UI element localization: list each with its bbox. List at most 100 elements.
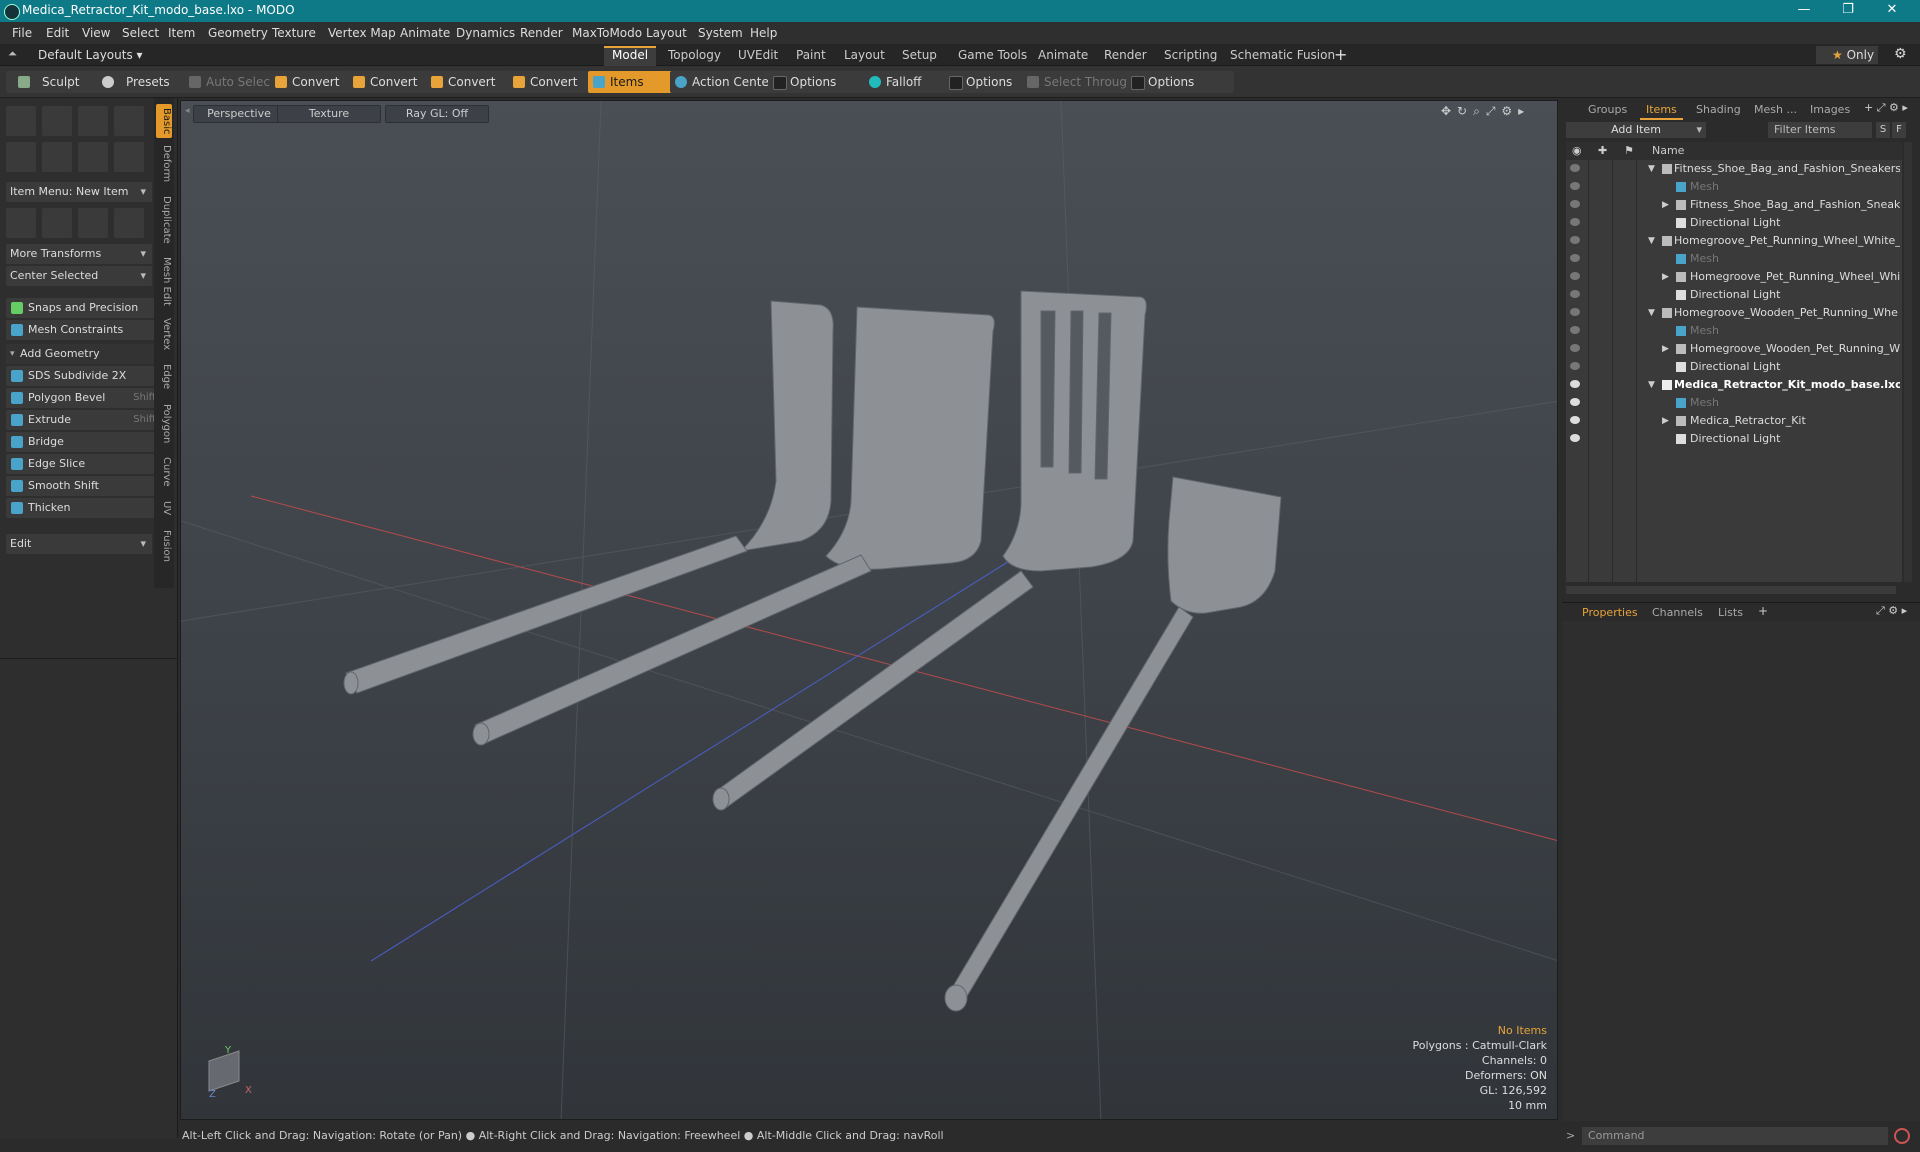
3d-viewport[interactable]: ◂ Perspective Texture Ray GL: Off ✥↻⌕⤢⚙▸ <box>180 100 1558 1120</box>
tab-animate[interactable]: Animate <box>1030 46 1096 64</box>
eye-icon[interactable] <box>1570 416 1580 424</box>
list-item[interactable]: Mesh <box>1566 322 1902 340</box>
eye-icon[interactable] <box>1570 218 1580 226</box>
tab-layout[interactable]: Layout <box>836 46 893 64</box>
tab-scripting[interactable]: Scripting <box>1156 46 1225 64</box>
eye-icon[interactable] <box>1570 182 1580 190</box>
eye-icon[interactable] <box>1570 344 1580 352</box>
expand-arrow-icon[interactable]: ▼ <box>1648 232 1655 250</box>
expand-arrow-icon[interactable]: ▼ <box>1648 160 1655 178</box>
more-transforms-dropdown[interactable]: More Transforms <box>6 244 152 264</box>
eye-icon[interactable] <box>1570 434 1580 442</box>
center-selected-dropdown[interactable]: Center Selected <box>6 266 152 286</box>
tab-mesh[interactable]: Mesh ... <box>1748 102 1803 118</box>
eye-icon[interactable] <box>1570 200 1580 208</box>
tab-images[interactable]: Images <box>1804 102 1856 118</box>
f-button[interactable]: F <box>1892 122 1906 138</box>
tool-sds-subdivide[interactable]: SDS Subdivide 2X <box>6 366 170 386</box>
vtab-mesh-edit[interactable]: Mesh Edit <box>156 254 172 308</box>
tool-polygon-bevel[interactable]: Polygon Bevel Shift-B <box>6 388 170 408</box>
list-item[interactable]: Directional Light <box>1566 286 1902 304</box>
cylinder-icon[interactable] <box>78 106 108 136</box>
default-layouts-dropdown[interactable]: Default Layouts ▾ <box>38 48 143 62</box>
tool-thicken[interactable]: Thicken <box>6 498 170 518</box>
vtab-vertex[interactable]: Vertex <box>156 314 172 354</box>
menu-layout[interactable]: Layout <box>646 26 687 40</box>
expand-arrow-icon[interactable]: ▶ <box>1662 412 1669 430</box>
list-item[interactable]: ▶ Medica_Retractor_Kit <box>1566 412 1902 430</box>
menu-texture[interactable]: Texture <box>272 26 316 40</box>
add-item-dropdown[interactable]: Add Item ▾ <box>1566 122 1706 138</box>
horizontal-scrollbar[interactable] <box>1566 586 1896 594</box>
menu-file[interactable]: File <box>12 26 32 40</box>
tool-smooth-shift[interactable]: Smooth Shift <box>6 476 170 496</box>
eye-icon[interactable] <box>1570 254 1580 262</box>
menu-item[interactable]: Item <box>168 26 195 40</box>
minimize-icon[interactable]: — <box>1782 0 1826 22</box>
eye-icon[interactable] <box>1570 272 1580 280</box>
menu-edit[interactable]: Edit <box>46 26 69 40</box>
tab-shading[interactable]: Shading <box>1690 102 1747 118</box>
edit-dropdown[interactable]: Edit <box>6 534 152 554</box>
s-button[interactable]: S <box>1876 122 1890 138</box>
globe-icon[interactable] <box>78 208 108 238</box>
layout-pin-icon[interactable]: ⏶ <box>8 47 17 61</box>
cube-icon[interactable] <box>6 106 36 136</box>
add-tab-icon[interactable]: + <box>1334 45 1347 64</box>
tab-model[interactable]: Model <box>604 46 657 66</box>
eye-icon[interactable] <box>1570 308 1580 316</box>
eye-icon[interactable] <box>1570 164 1580 172</box>
menu-dynamics[interactable]: Dynamics <box>456 26 515 40</box>
eye-icon[interactable] <box>1570 236 1580 244</box>
expand-arrow-icon[interactable]: ▼ <box>1648 376 1655 394</box>
eye-icon[interactable] <box>1570 326 1580 334</box>
tab-topology[interactable]: Topology <box>660 46 729 64</box>
list-item[interactable]: Mesh <box>1566 394 1902 412</box>
grid-icon[interactable] <box>42 208 72 238</box>
vtab-curve[interactable]: Curve <box>156 454 172 490</box>
vtab-duplicate[interactable]: Duplicate <box>156 192 172 248</box>
list-item[interactable]: Mesh <box>1566 178 1902 196</box>
eye-icon[interactable] <box>1570 398 1580 406</box>
torus-icon[interactable] <box>6 142 36 172</box>
cone-icon[interactable] <box>114 106 144 136</box>
mesh-constraints-button[interactable]: Mesh Constraints <box>6 320 170 340</box>
tool-edge-slice[interactable]: Edge Slice <box>6 454 170 474</box>
vtab-basic[interactable]: Basic <box>156 104 172 138</box>
tube-icon[interactable] <box>42 142 72 172</box>
list-item[interactable]: Directional Light <box>1566 430 1902 448</box>
only-toggle[interactable]: ★ Only <box>1816 46 1878 64</box>
tab-channels[interactable]: Channels <box>1646 605 1709 621</box>
menu-maxtomodo[interactable]: MaxToModo <box>572 26 642 40</box>
pyramid-icon[interactable] <box>114 208 144 238</box>
gear-icon[interactable]: ⚙ <box>1894 46 1907 62</box>
tab-schematic-fusion[interactable]: Schematic Fusion <box>1222 46 1343 64</box>
list-item[interactable]: Directional Light <box>1566 358 1902 376</box>
add-geometry-header[interactable]: ▾ Add Geometry <box>6 344 162 364</box>
vtab-polygon[interactable]: Polygon <box>156 400 172 448</box>
tool-bridge[interactable]: Bridge <box>6 432 170 452</box>
tab-uvedit[interactable]: UVEdit <box>730 46 786 64</box>
expand-arrow-icon[interactable]: ▶ <box>1662 340 1669 358</box>
list-item[interactable]: Directional Light <box>1566 214 1902 232</box>
tool-extrude[interactable]: Extrude Shift-X <box>6 410 170 430</box>
select-options-button[interactable]: Options <box>1126 71 1234 93</box>
tab-lists[interactable]: Lists <box>1712 605 1749 621</box>
vertical-scrollbar[interactable] <box>1904 142 1912 582</box>
vtab-fusion[interactable]: Fusion <box>156 526 172 566</box>
command-input[interactable]: Command <box>1582 1127 1888 1145</box>
menu-view[interactable]: View <box>82 26 110 40</box>
restore-icon[interactable]: ❐ <box>1826 0 1870 22</box>
list-item[interactable]: ▼ Fitness_Shoe_Bag_and_Fashion_Sneakers .… <box>1566 160 1902 178</box>
tab-render[interactable]: Render <box>1096 46 1155 64</box>
menu-geometry[interactable]: Geometry <box>208 26 268 40</box>
menu-help[interactable]: Help <box>750 26 777 40</box>
list-item[interactable]: ▼ Homegroove_Pet_Running_Wheel_White_ ... <box>1566 232 1902 250</box>
expand-arrow-icon[interactable]: ▶ <box>1662 196 1669 214</box>
menu-vertex-map[interactable]: Vertex Map <box>328 26 396 40</box>
add-tab-icon[interactable]: + <box>1758 604 1768 618</box>
tab-paint[interactable]: Paint <box>788 46 834 64</box>
name-header[interactable]: Name <box>1652 142 1684 160</box>
tab-items[interactable]: Items <box>1640 102 1683 120</box>
text-icon[interactable] <box>114 142 144 172</box>
